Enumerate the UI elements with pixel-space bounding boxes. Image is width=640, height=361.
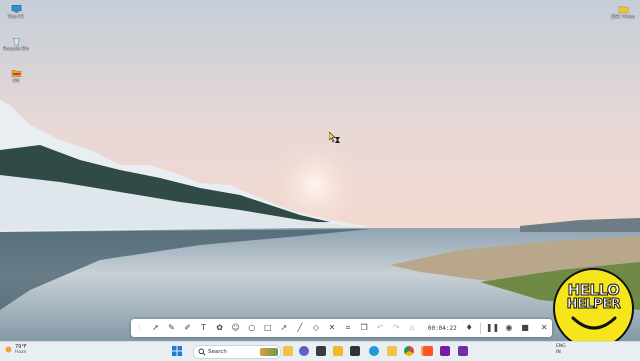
onenote-icon[interactable] <box>440 346 450 356</box>
toolbar-divider <box>479 322 481 334</box>
desktop-icon-dsc-video[interactable]: DSC Video <box>606 4 640 20</box>
smiley-icon[interactable]: ☺ <box>230 322 241 334</box>
crop-icon[interactable]: ⌗ <box>342 322 353 334</box>
weather-condition: Haze <box>15 350 27 355</box>
recording-timer: 00:04:22 <box>427 324 457 332</box>
file-explorer-icon[interactable] <box>283 346 293 356</box>
desktop-icon-label: Recycle Bin <box>3 47 29 52</box>
close-toolbar-button[interactable]: ✕ <box>539 322 550 334</box>
task-view-icon[interactable] <box>316 346 326 356</box>
blur-icon[interactable]: ✕ <box>326 322 337 334</box>
search-label: Search <box>208 349 227 355</box>
text-tool-icon[interactable]: T <box>198 322 209 334</box>
desktop-icon-label: This PC <box>7 15 25 20</box>
search-highlight-icon <box>260 348 278 356</box>
taskbar-search-box[interactable]: Search <box>193 345 281 359</box>
hello-helper-logo: HELLO HELPER <box>553 268 634 349</box>
file-manager-icon[interactable] <box>333 346 343 356</box>
eraser-icon[interactable]: ◇ <box>310 322 321 334</box>
pin-icon[interactable]: ♦ <box>464 322 475 334</box>
line-tool-icon[interactable]: ╱ <box>294 322 305 334</box>
desktop-icon-label: Git <box>12 79 20 84</box>
rectangle-icon[interactable]: □ <box>262 322 273 334</box>
screen-recorder-toolbar: ⋮ ➚ ✎ ✐ T ✿ ☺ ○ □ ↗ ╱ ◇ ✕ ⌗ ❐ ↶ ↷ ⌂ 00:0… <box>131 319 552 337</box>
pause-button[interactable]: ❚❚ <box>486 322 499 334</box>
logo-line-1: HELLO <box>567 281 620 299</box>
stop-button[interactable]: ■ <box>519 322 530 334</box>
desktop-icon-this-pc[interactable]: This PC <box>0 4 33 20</box>
edge-icon[interactable] <box>369 346 379 356</box>
desktop-icon-recycle-bin[interactable]: Recycle Bin <box>0 36 33 52</box>
arrow-tool-icon[interactable]: ↗ <box>278 322 289 334</box>
obs-icon[interactable] <box>458 346 468 356</box>
monitor-icon <box>11 5 21 13</box>
drag-handle-icon[interactable]: ⋮ <box>134 322 145 334</box>
folder-app-icon[interactable] <box>387 346 397 356</box>
brave-icon[interactable] <box>423 346 433 356</box>
busy-cursor-icon <box>329 132 340 143</box>
chat-icon[interactable] <box>299 346 309 356</box>
taskbar: 79°F Haze Search ENG IN <box>0 341 640 361</box>
search-icon <box>198 348 206 356</box>
stamp-icon[interactable]: ✿ <box>214 322 225 334</box>
folder-icon <box>618 6 628 13</box>
logo-line-2: HELPER <box>566 297 621 312</box>
clear-icon[interactable]: ⌂ <box>407 322 418 334</box>
region-indicator: IN <box>556 350 561 355</box>
highlighter-icon[interactable]: ✐ <box>182 322 193 334</box>
ellipse-icon[interactable]: ○ <box>246 322 257 334</box>
select-arrow-icon[interactable]: ➚ <box>150 322 161 334</box>
folder-icon <box>11 70 21 77</box>
chrome-icon[interactable] <box>404 346 414 356</box>
sun-haze-icon <box>5 346 12 353</box>
system-tray[interactable]: ENG IN <box>556 344 566 356</box>
windows-start-icon[interactable] <box>172 346 182 356</box>
desktop-wallpaper <box>0 0 640 360</box>
smile-icon <box>571 316 616 330</box>
desktop-icon-label: DSC Video <box>611 15 635 20</box>
copy-icon[interactable]: ❐ <box>358 322 369 334</box>
weather-widget[interactable]: 79°F Haze <box>4 344 27 355</box>
undo-icon[interactable]: ↶ <box>375 322 386 334</box>
redo-icon[interactable]: ↷ <box>391 322 402 334</box>
recycle-bin-icon <box>12 37 20 46</box>
desktop-icon-git[interactable]: Git <box>0 68 33 84</box>
office-icon[interactable] <box>350 346 360 356</box>
pen-icon[interactable]: ✎ <box>166 322 177 334</box>
webcam-button[interactable]: ◉ <box>503 322 514 334</box>
